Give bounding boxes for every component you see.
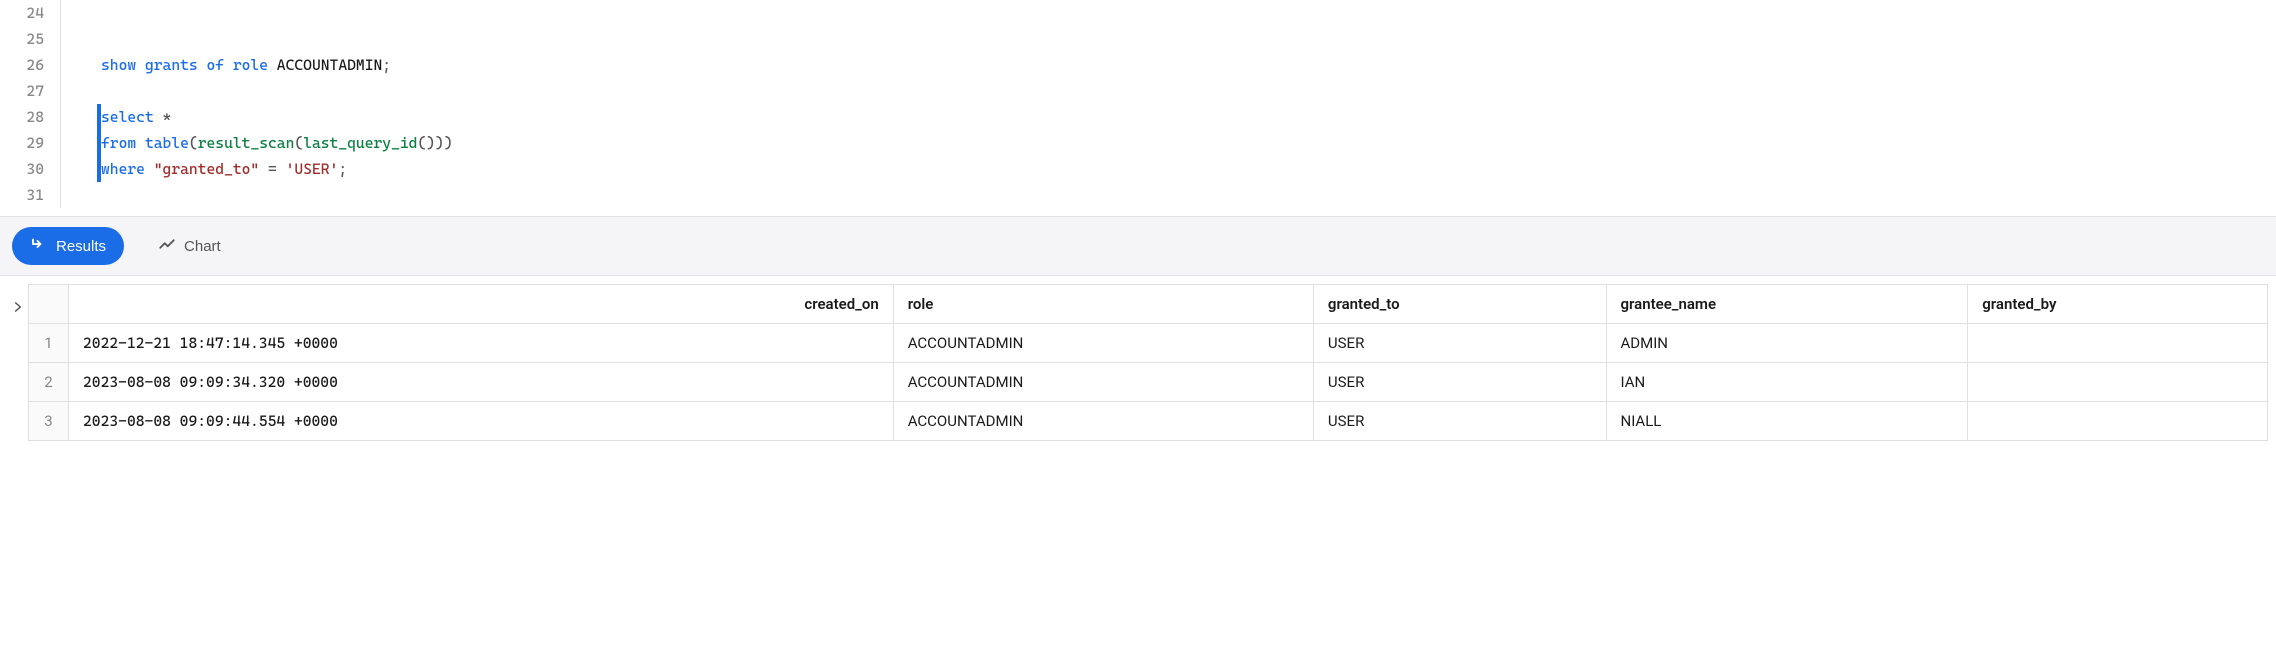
code-token [259, 160, 268, 178]
cell-grantee_name[interactable]: ADMIN [1606, 324, 1968, 363]
line-number: 30 [0, 156, 44, 182]
cell-role[interactable]: ACCOUNTADMIN [893, 363, 1313, 402]
line-number: 31 [0, 182, 44, 208]
cell-created_on[interactable]: 2022-12-21 18:47:14.345 +0000 [69, 324, 894, 363]
line-number: 29 [0, 130, 44, 156]
cell-role[interactable]: ACCOUNTADMIN [893, 402, 1313, 441]
code-token: ; [382, 56, 391, 74]
code-token [154, 108, 163, 126]
line-number: 24 [0, 0, 44, 26]
code-token: select [101, 108, 154, 126]
results-arrow-icon [30, 235, 48, 257]
cell-grantee_name[interactable]: NIALL [1606, 402, 1968, 441]
results-body: 12022-12-21 18:47:14.345 +0000ACCOUNTADM… [29, 324, 2268, 441]
cell-created_on[interactable]: 2023-08-08 09:09:34.320 +0000 [69, 363, 894, 402]
code-token [136, 134, 145, 152]
chart-tab[interactable]: Chart [140, 227, 239, 265]
code-content[interactable]: show grants of role ACCOUNTADMIN; select… [60, 0, 2276, 208]
code-token: 'USER' [286, 160, 339, 178]
row-number-cell: 3 [29, 402, 69, 441]
code-token: from [101, 134, 136, 152]
code-token [277, 160, 286, 178]
cell-granted_to[interactable]: USER [1313, 363, 1606, 402]
results-panel: created_on role granted_to grantee_name … [0, 276, 2276, 441]
code-token [268, 56, 277, 74]
results-header: created_on role granted_to grantee_name … [29, 285, 2268, 324]
results-tab[interactable]: Results [12, 227, 124, 265]
code-token: "granted_to" [154, 160, 259, 178]
code-line[interactable]: where "granted_to" = 'USER'; [101, 156, 2276, 182]
code-token: ACCOUNTADMIN [277, 56, 382, 74]
column-header-role[interactable]: role [893, 285, 1313, 324]
cell-created_on[interactable]: 2023-08-08 09:09:44.554 +0000 [69, 402, 894, 441]
line-number: 27 [0, 78, 44, 104]
code-line[interactable] [101, 182, 2276, 208]
cell-granted_by[interactable] [1968, 324, 2268, 363]
code-line[interactable] [101, 78, 2276, 104]
column-header-granted_to[interactable]: granted_to [1313, 285, 1606, 324]
chart-tab-label: Chart [184, 238, 221, 255]
code-token: ())) [417, 134, 452, 152]
results-table[interactable]: created_on role granted_to grantee_name … [28, 284, 2268, 441]
cell-granted_to[interactable]: USER [1313, 402, 1606, 441]
code-line[interactable] [101, 0, 2276, 26]
cell-granted_by[interactable] [1968, 363, 2268, 402]
active-line-marker [97, 156, 101, 182]
code-token: ( [294, 134, 303, 152]
code-token: table [145, 134, 189, 152]
results-tabs-bar: Results Chart [0, 217, 2276, 276]
code-token: last_query_id [303, 134, 417, 152]
row-number-cell: 1 [29, 324, 69, 363]
code-line[interactable] [101, 26, 2276, 52]
cell-role[interactable]: ACCOUNTADMIN [893, 324, 1313, 363]
column-header-grantee_name[interactable]: grantee_name [1606, 285, 1968, 324]
code-token: show grants of role [101, 56, 268, 74]
row-number-cell: 2 [29, 363, 69, 402]
code-line[interactable]: select * [101, 104, 2276, 130]
results-tab-label: Results [56, 238, 106, 255]
code-token: where [101, 160, 145, 178]
row-number-header [29, 285, 69, 324]
code-token: = [268, 160, 277, 178]
cell-granted_by[interactable] [1968, 402, 2268, 441]
code-line[interactable]: from table(result_scan(last_query_id())) [101, 130, 2276, 156]
table-row[interactable]: 32023-08-08 09:09:44.554 +0000ACCOUNTADM… [29, 402, 2268, 441]
code-token: result_scan [198, 134, 295, 152]
cell-grantee_name[interactable]: IAN [1606, 363, 1968, 402]
line-number: 26 [0, 52, 44, 78]
table-row[interactable]: 12022-12-21 18:47:14.345 +0000ACCOUNTADM… [29, 324, 2268, 363]
line-number: 25 [0, 26, 44, 52]
line-number: 28 [0, 104, 44, 130]
column-header-granted_by[interactable]: granted_by [1968, 285, 2268, 324]
code-token: ( [189, 134, 198, 152]
code-line[interactable]: show grants of role ACCOUNTADMIN; [101, 52, 2276, 78]
code-token: ; [338, 160, 347, 178]
chart-line-icon [158, 235, 176, 257]
expand-chevron-icon[interactable] [8, 284, 28, 314]
line-number-gutter: 2425262728293031 [0, 0, 60, 208]
code-editor[interactable]: 2425262728293031 show grants of role ACC… [0, 0, 2276, 217]
active-line-marker [97, 104, 101, 130]
table-row[interactable]: 22023-08-08 09:09:34.320 +0000ACCOUNTADM… [29, 363, 2268, 402]
column-header-created_on[interactable]: created_on [69, 285, 894, 324]
active-line-marker [97, 130, 101, 156]
cell-granted_to[interactable]: USER [1313, 324, 1606, 363]
code-token [145, 160, 154, 178]
code-token: * [163, 108, 172, 126]
